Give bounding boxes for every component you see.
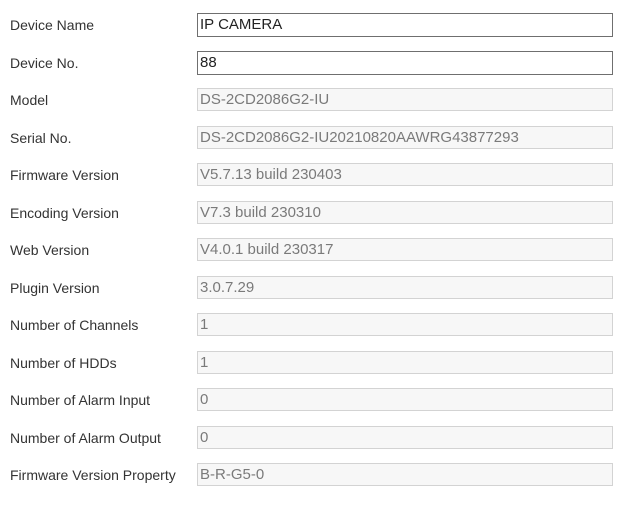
number-of-channels-label: Number of Channels (10, 317, 139, 333)
serial-no-label: Serial No. (10, 129, 72, 146)
number-of-hdds-label: Number of HDDs (10, 354, 117, 371)
model-label: Model (10, 92, 49, 108)
firmware-version-property-input: B-R-G5-0 (197, 463, 613, 486)
encoding-version-label: Encoding Version (10, 204, 119, 221)
field-row-plugin-version: Plugin Version 3.0.7.29 (0, 275, 630, 300)
field-row-web-version: Web Version V4.0.1 build 230317 (0, 238, 630, 262)
encoding-version-input: V7.3 build 230310 (197, 200, 613, 224)
firmware-version-input: V5.7.13 build 230403 (197, 163, 613, 186)
field-row-firmware-version-property: Firmware Version Property B-R-G5-0 (0, 463, 630, 487)
number-of-alarm-input-input: 0 (197, 388, 613, 411)
field-row-number-of-hdds: Number of HDDs 1 (0, 350, 630, 375)
number-of-alarm-output-input: 0 (197, 425, 613, 449)
field-row-number-of-alarm-input: Number of Alarm Input 0 (0, 388, 630, 412)
plugin-version-input: 3.0.7.29 (197, 275, 613, 299)
device-no-input[interactable]: 88 (197, 50, 613, 75)
firmware-version-label: Firmware Version (10, 167, 119, 183)
number-of-alarm-output-label: Number of Alarm Output (10, 429, 161, 446)
number-of-alarm-input-label: Number of Alarm Input (10, 392, 151, 408)
firmware-version-property-label: Firmware Version Property (10, 467, 176, 483)
field-row-number-of-channels: Number of Channels 1 (0, 313, 630, 337)
field-row-encoding-version: Encoding Version V7.3 build 230310 (0, 200, 630, 225)
number-of-channels-input: 1 (197, 313, 613, 336)
number-of-hdds-input: 1 (197, 350, 613, 374)
web-version-input: V4.0.1 build 230317 (197, 238, 613, 261)
device-no-label: Device No. (10, 54, 79, 71)
field-row-device-name: Device Name IP CAMERA (0, 13, 630, 37)
device-name-label: Device Name (10, 17, 95, 33)
field-row-firmware-version: Firmware Version V5.7.13 build 230403 (0, 163, 630, 187)
web-version-label: Web Version (10, 242, 90, 258)
model-input: DS-2CD2086G2-IU (197, 88, 613, 111)
serial-no-input: DS-2CD2086G2-IU20210820AAWRG43877293 (197, 125, 613, 149)
field-row-number-of-alarm-output: Number of Alarm Output 0 (0, 425, 630, 450)
field-row-serial-no: Serial No. DS-2CD2086G2-IU20210820AAWRG43… (0, 125, 630, 150)
device-name-input[interactable]: IP CAMERA (197, 13, 613, 37)
field-row-model: Model DS-2CD2086G2-IU (0, 88, 630, 112)
plugin-version-label: Plugin Version (10, 279, 100, 296)
field-row-device-no: Device No. 88 (0, 50, 630, 75)
